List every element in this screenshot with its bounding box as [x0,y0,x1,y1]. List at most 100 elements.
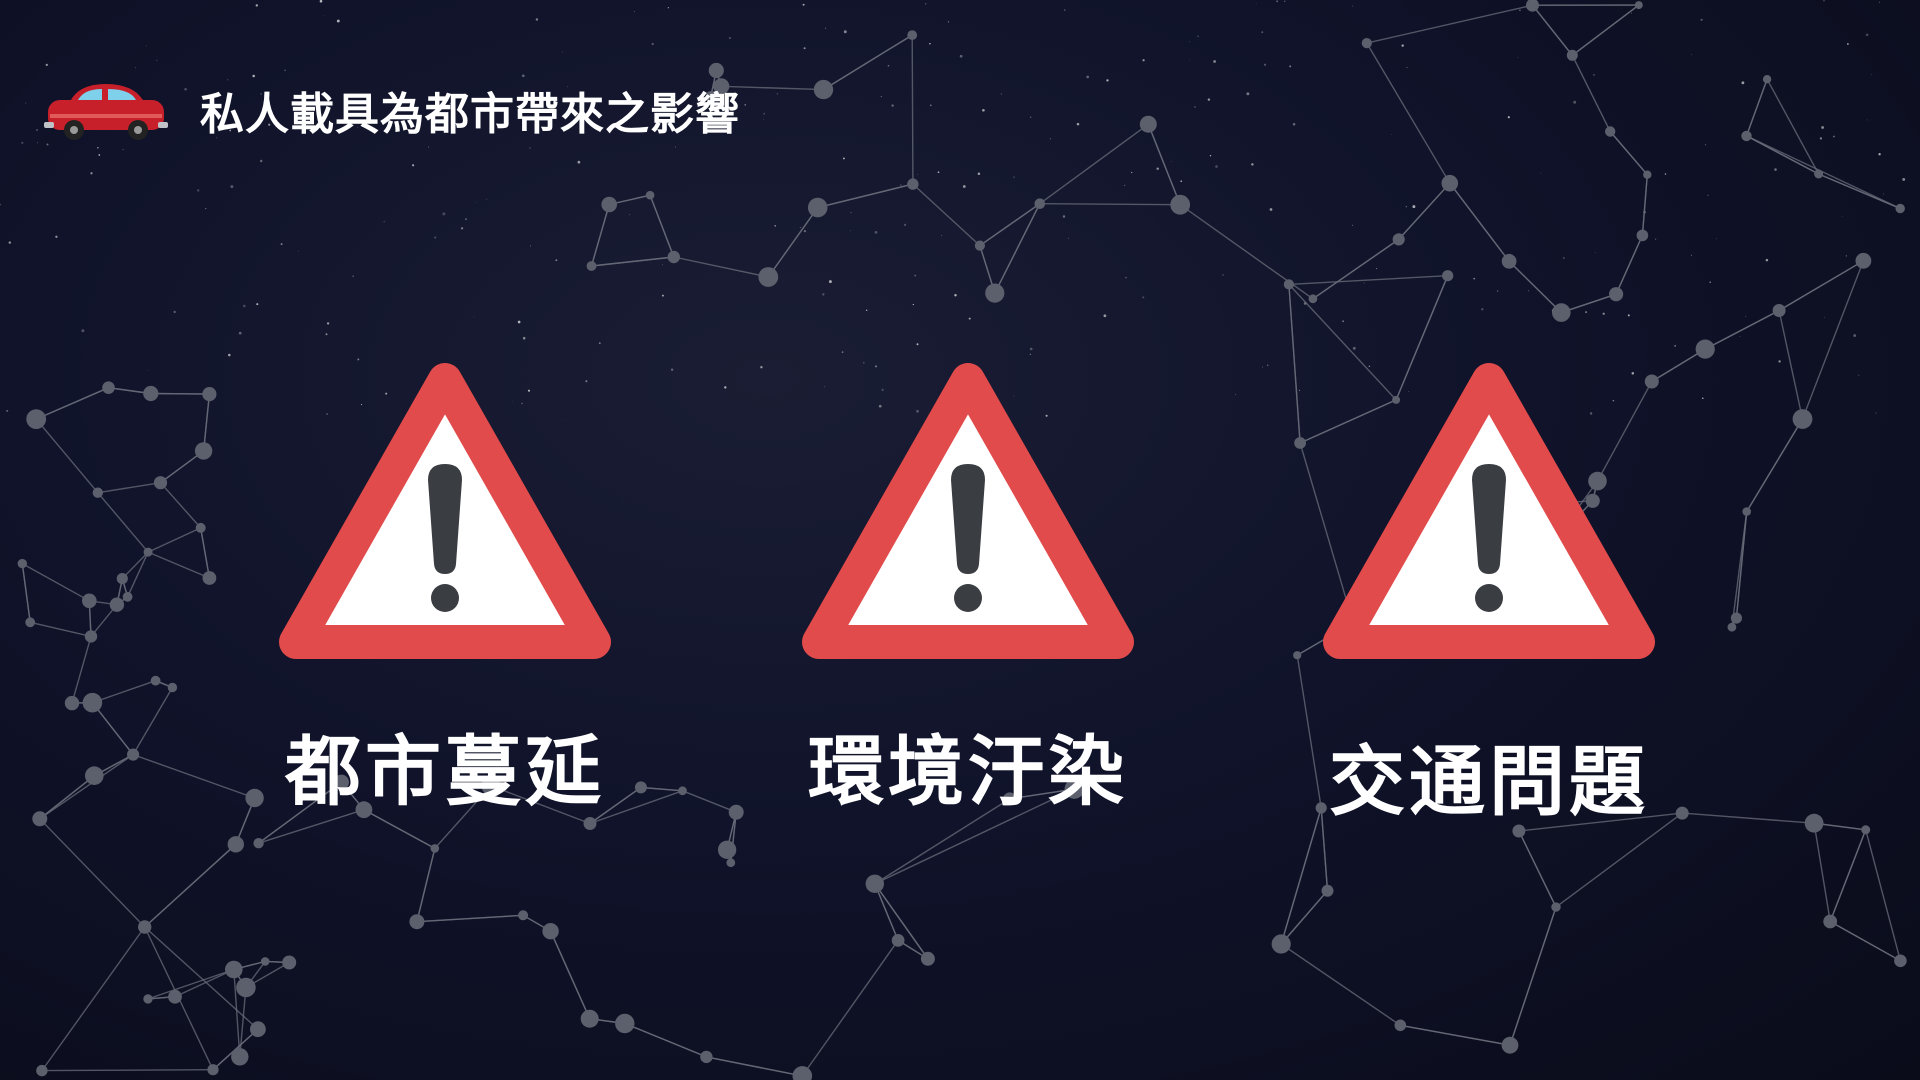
star-dot [21,141,24,145]
star-dot [1707,194,1709,197]
network-line [649,194,675,258]
star-dot [204,207,207,210]
star-dot [900,184,902,186]
network-node [1551,902,1561,912]
star-dot [776,93,779,95]
network-node [1855,252,1872,269]
network-node [84,630,98,643]
star-dot [1029,116,1032,118]
star-dot [802,3,805,6]
star-dot [1029,347,1033,351]
star-dot [230,185,234,189]
network-line [624,1022,707,1058]
star-dot [1251,163,1254,166]
star-dot [1879,1,1881,3]
network-node [1293,651,1302,660]
star-dot [134,67,136,69]
network-node [634,781,647,794]
network-line [132,753,255,799]
network-node [250,1021,266,1038]
star-dot [1853,334,1857,337]
network-node [153,476,168,490]
network-node [82,692,103,713]
network-node [1441,174,1459,192]
network-line [147,968,235,1000]
network-line [823,34,913,91]
network-line [41,1068,214,1072]
network-line [590,204,610,267]
star-dot [1562,257,1565,259]
star-dot [822,293,825,296]
star-dot [1821,126,1824,129]
network-node [1361,38,1372,49]
network-line [239,987,247,1057]
star-dot [1256,2,1257,4]
star-dot [1194,106,1196,108]
star-dot [1406,66,1408,68]
star-dot [145,45,147,47]
star-dot [1875,412,1877,414]
network-line [1704,309,1780,350]
network-node [25,617,36,628]
star-dot [1883,193,1885,195]
network-line [97,482,161,494]
network-line [994,203,1041,294]
network-node [985,283,1005,303]
star-dot [255,4,258,7]
star-dot [555,259,558,262]
network-line [144,843,237,928]
star-dot [460,227,464,230]
star-dot [8,241,12,244]
star-dot [1473,277,1476,280]
star-dot [667,7,670,9]
slide-title: 私人載具為都市帶來之影響 [200,89,740,140]
network-line [1865,829,1902,961]
star-dot [1062,215,1066,218]
star-dot [323,15,325,17]
network-line [1746,418,1804,512]
star-dot [1819,137,1823,140]
star-dot [1142,59,1145,62]
star-dot [1234,393,1236,395]
network-node [1804,813,1824,833]
slide-header: 私人載具為都市帶來之影響 [42,74,740,146]
star-dot [434,236,437,239]
network-line [35,387,109,420]
network-node [168,989,182,1004]
network-node [865,874,884,893]
star-dot [916,343,919,346]
star-dot [577,160,581,164]
star-dot [1841,215,1843,217]
star-dot [1627,314,1630,317]
star-dot [1103,314,1107,318]
network-node [85,766,104,785]
star-dot [1823,317,1825,319]
network-line [1778,310,1804,420]
star-dot [1197,35,1199,38]
network-node [143,547,153,557]
star-dot [517,320,521,324]
network-line [147,527,201,553]
network-node [586,261,597,271]
network-line [1609,131,1648,176]
star-dot [6,409,9,412]
star-dot [1654,238,1657,240]
warning-label: 交通問題 [1329,737,1649,826]
star-dot [37,142,39,144]
network-line [35,418,99,494]
warning-triangle-icon [279,363,611,659]
network-node [1741,130,1752,142]
network-node [1308,294,1318,304]
network-line [1829,920,1901,962]
star-dot [1540,172,1542,174]
star-dot [937,171,940,174]
star-dot [843,30,847,34]
network-node [1730,612,1742,624]
network-node [92,487,104,498]
star-dot [674,146,676,148]
network-node [758,267,779,287]
star-dot [428,146,430,148]
network-line [706,1056,803,1077]
star-dot [256,303,259,306]
network-node [1861,825,1871,835]
